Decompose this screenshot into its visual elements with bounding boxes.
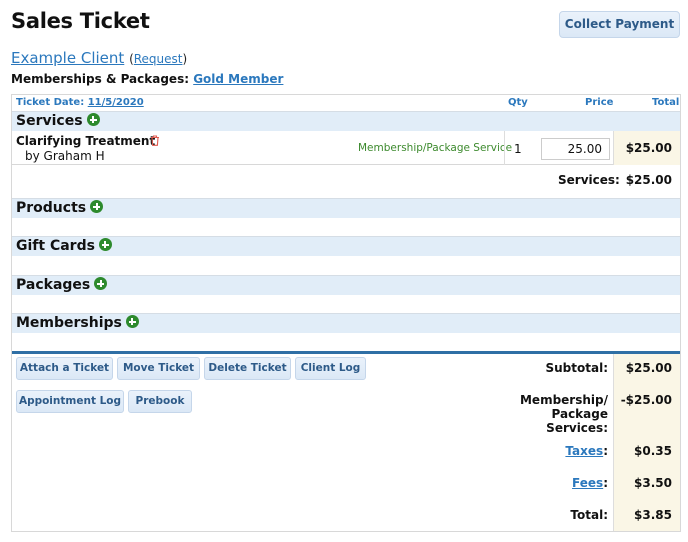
service-name: Clarifying Treatment (16, 134, 156, 148)
summary-divider (12, 351, 680, 354)
taxes-link[interactable]: Taxes (565, 444, 603, 458)
section-gift-cards-label: Gift Cards (16, 238, 95, 254)
subtotal-label: Subtotal: (545, 361, 608, 375)
qty-cell: 1 (504, 131, 540, 165)
fees-colon: : (603, 476, 608, 490)
section-services: Services (12, 111, 680, 131)
ticket-date-link[interactable]: 11/5/2020 (88, 97, 144, 108)
fees-label: Fees: (572, 476, 608, 490)
col-price-header: Price (585, 97, 614, 108)
request-close: ) (182, 52, 188, 66)
service-qty: 1 (514, 142, 522, 156)
taxes-colon: : (603, 444, 608, 458)
prebook-button[interactable]: Prebook (128, 390, 192, 413)
add-product-icon[interactable] (90, 200, 104, 213)
ticket-date-label: Ticket Date: (16, 97, 85, 108)
col-total-header: Total (652, 97, 680, 108)
taxes-label: Taxes: (565, 444, 608, 458)
section-memberships: Memberships (12, 313, 680, 333)
membership-line: Memberships & Packages: Gold Member (11, 72, 283, 86)
appointment-log-button[interactable]: Appointment Log (16, 390, 124, 413)
add-package-icon[interactable] (94, 277, 108, 290)
service-total-cell: $25.00 (613, 131, 680, 165)
move-ticket-button[interactable]: Move Ticket (117, 357, 200, 380)
request-wrapper: (Request) (129, 52, 187, 66)
client-line: Example Client (Request) (11, 49, 187, 67)
service-total: $25.00 (625, 141, 672, 155)
section-gift-cards: Gift Cards (12, 236, 680, 256)
memberships-label: Memberships & Packages: (11, 72, 190, 86)
add-service-icon[interactable] (86, 113, 100, 126)
section-products-label: Products (16, 200, 87, 216)
summary-values-column (613, 354, 680, 531)
client-name-link[interactable]: Example Client (11, 49, 124, 67)
section-services-label: Services (16, 113, 83, 129)
fees-value: $3.50 (634, 476, 672, 490)
total-value: $3.85 (634, 508, 672, 522)
request-link[interactable]: Request (134, 52, 183, 66)
add-membership-icon[interactable] (125, 315, 139, 328)
page-title: Sales Ticket (11, 9, 150, 33)
service-provider: by Graham H (25, 149, 105, 163)
total-label: Total: (570, 508, 608, 522)
service-type: Membership/Package Service (358, 142, 513, 154)
trash-icon[interactable] (150, 135, 160, 146)
service-row: Clarifying Treatment by Graham H Members… (12, 131, 680, 165)
delete-ticket-button[interactable]: Delete Ticket (204, 357, 291, 380)
membership-services-value: -$25.00 (620, 393, 672, 407)
taxes-value: $0.35 (634, 444, 672, 458)
col-qty-header: Qty (508, 97, 528, 108)
section-products: Products (12, 198, 680, 218)
services-subtotal-label: Services: (558, 173, 620, 187)
membership-services-label-line3: Services: (546, 421, 608, 435)
subtotal-value: $25.00 (625, 361, 672, 375)
membership-services-label: Membership/ Package Services: (520, 393, 608, 435)
ticket-date: Ticket Date: 11/5/2020 (16, 97, 144, 108)
membership-services-label-line1: Membership/ (519, 393, 608, 407)
section-packages-label: Packages (16, 277, 91, 293)
section-packages: Packages (12, 275, 680, 295)
client-log-button[interactable]: Client Log (295, 357, 366, 380)
ticket-panel: Ticket Date: 11/5/2020 Qty Price Total S… (11, 94, 681, 532)
section-memberships-label: Memberships (16, 315, 122, 331)
attach-ticket-button[interactable]: Attach a Ticket (16, 357, 113, 380)
membership-services-label-line2: Package (551, 407, 609, 421)
services-subtotal-value: $25.00 (625, 173, 672, 187)
add-gift-card-icon[interactable] (98, 238, 112, 251)
ticket-header: Ticket Date: 11/5/2020 Qty Price Total (12, 95, 680, 111)
collect-payment-button[interactable]: Collect Payment (559, 11, 680, 38)
fees-link[interactable]: Fees (572, 476, 603, 490)
membership-link[interactable]: Gold Member (193, 72, 283, 86)
service-price-input[interactable] (541, 138, 610, 160)
